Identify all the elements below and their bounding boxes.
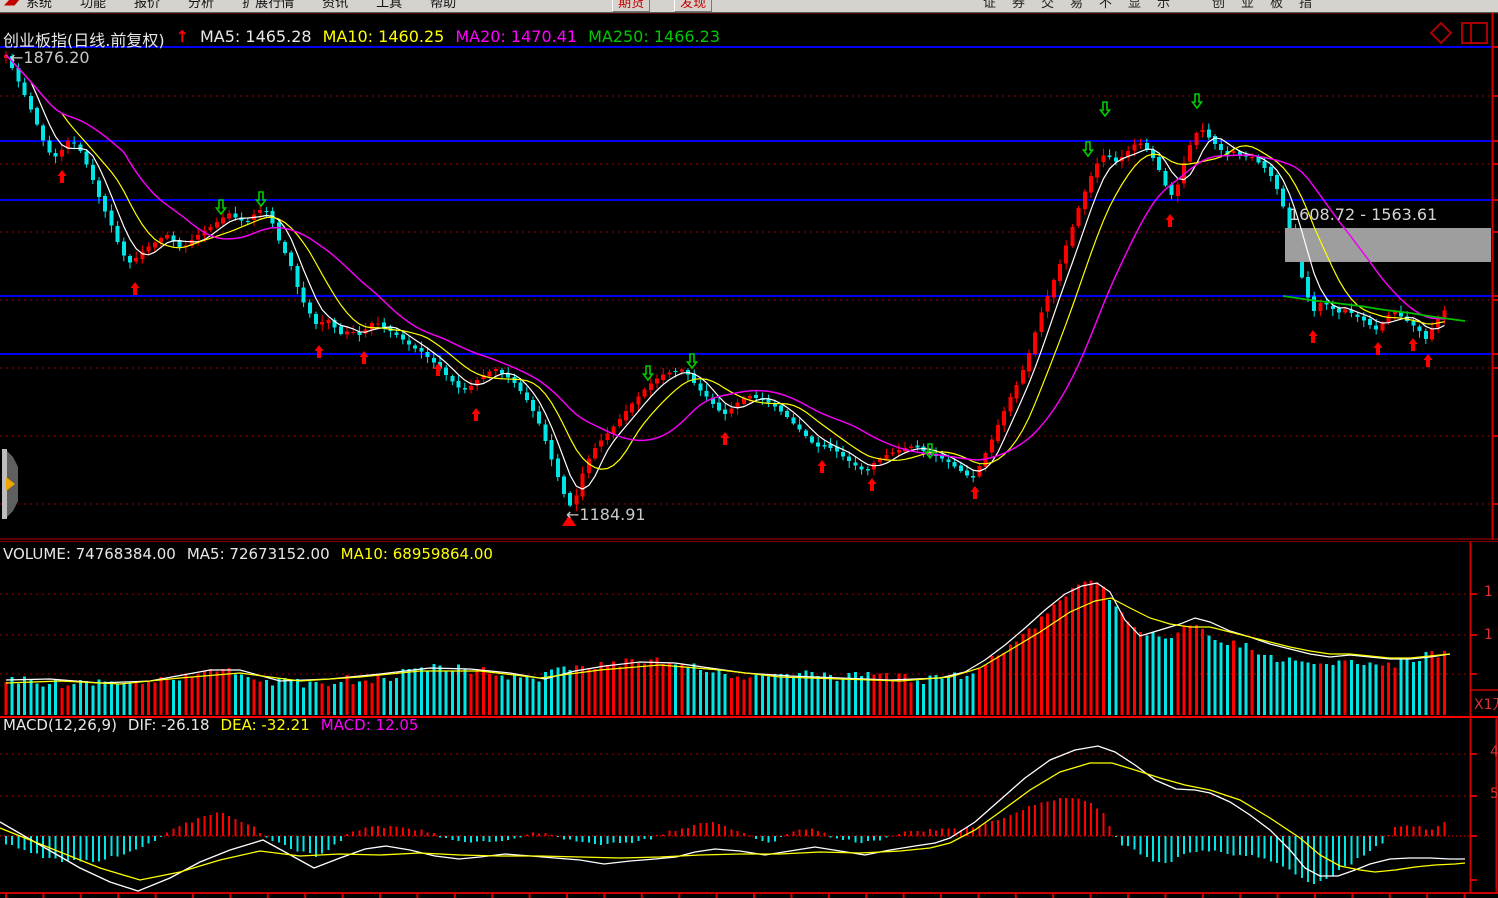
volume-chart[interactable]: [0, 541, 1498, 718]
high-price-annotation: ←1876.20: [10, 48, 90, 67]
low-price-annotation: ←1184.91: [566, 505, 646, 524]
trading-app-window: 系统 功能 报价 分析 扩展行情 资讯 工具 帮助 期货 发现 证券交易不显示 创业板指 创业板…: [0, 0, 1498, 898]
price-range-tooltip: 1608.72 - 1563.61: [1289, 205, 1437, 224]
menu-hot-item-1[interactable]: 发现: [674, 0, 712, 12]
dif-value: DIF: -26.18: [128, 716, 210, 734]
volume-scale-unit: X1万: [1474, 694, 1498, 714]
sidebar-toggle[interactable]: [0, 449, 20, 519]
trend-up-arrow-icon: ↑: [176, 27, 189, 51]
menu-items: 系统 功能 报价 分析 扩展行情 资讯 工具 帮助: [26, 0, 484, 11]
menu-item-1[interactable]: 功能: [80, 0, 106, 11]
menu-item-3[interactable]: 分析: [188, 0, 214, 11]
macd-axis-label: 4: [1490, 744, 1498, 760]
menu-item-5[interactable]: 资讯: [322, 0, 348, 11]
volume-axis-label: 1: [1484, 584, 1493, 600]
diamond-icon[interactable]: [1431, 23, 1451, 43]
volume-ma10-value: MA10: 68959864.00: [341, 545, 493, 563]
app-logo-icon: [4, 0, 19, 6]
macd-value: MACD: 12.05: [321, 716, 419, 734]
macd-axis-label: 5: [1490, 786, 1498, 802]
status-symbol-text: 创业板指: [1212, 0, 1328, 11]
dea-value: DEA: -32.21: [221, 716, 310, 734]
menu-bar: 系统 功能 报价 分析 扩展行情 资讯 工具 帮助 期货 发现 证券交易不显示 创业板指: [0, 0, 1498, 13]
main-chart-header: 创业板指(日线.前复权) ↑ MA5: 1465.28 MA10: 1460.2…: [3, 27, 720, 51]
menu-hot-items: 期货 发现: [612, 0, 712, 12]
macd-header: MACD(12,26,9) DIF: -26.18 DEA: -32.21 MA…: [3, 716, 418, 734]
status-bar: 证券交易不显示 创业板指: [983, 0, 1328, 13]
status-trade-text: 证券交易不显示: [983, 0, 1186, 11]
ma20-value: MA20: 1470.41: [455, 27, 577, 51]
volume-header: VOLUME: 74768384.00 MA5: 72673152.00 MA1…: [3, 545, 493, 563]
window-layout-left-pane-icon[interactable]: [1462, 23, 1471, 43]
chart-corner-icons: [1428, 20, 1492, 48]
volume-ma5-value: MA5: 72673152.00: [187, 545, 330, 563]
main-price-chart[interactable]: [0, 13, 1498, 540]
window-layout-icon[interactable]: [1471, 23, 1487, 43]
volume-axis-label: 1: [1484, 627, 1493, 643]
menu-item-2[interactable]: 报价: [134, 0, 160, 11]
volume-value: VOLUME: 74768384.00: [3, 545, 176, 563]
menu-item-4[interactable]: 扩展行情: [242, 0, 294, 11]
macd-params: MACD(12,26,9): [3, 716, 117, 734]
menu-item-6[interactable]: 工具: [376, 0, 402, 11]
menu-item-0[interactable]: 系统: [26, 0, 52, 11]
macd-chart[interactable]: [0, 713, 1498, 898]
ma10-value: MA10: 1460.25: [323, 27, 445, 51]
ma250-value: MA250: 1466.23: [588, 27, 720, 51]
menu-hot-item-0[interactable]: 期货: [612, 0, 650, 12]
ma5-value: MA5: 1465.28: [200, 27, 312, 51]
expand-arrow-icon: [6, 477, 15, 491]
menu-item-7[interactable]: 帮助: [430, 0, 456, 11]
